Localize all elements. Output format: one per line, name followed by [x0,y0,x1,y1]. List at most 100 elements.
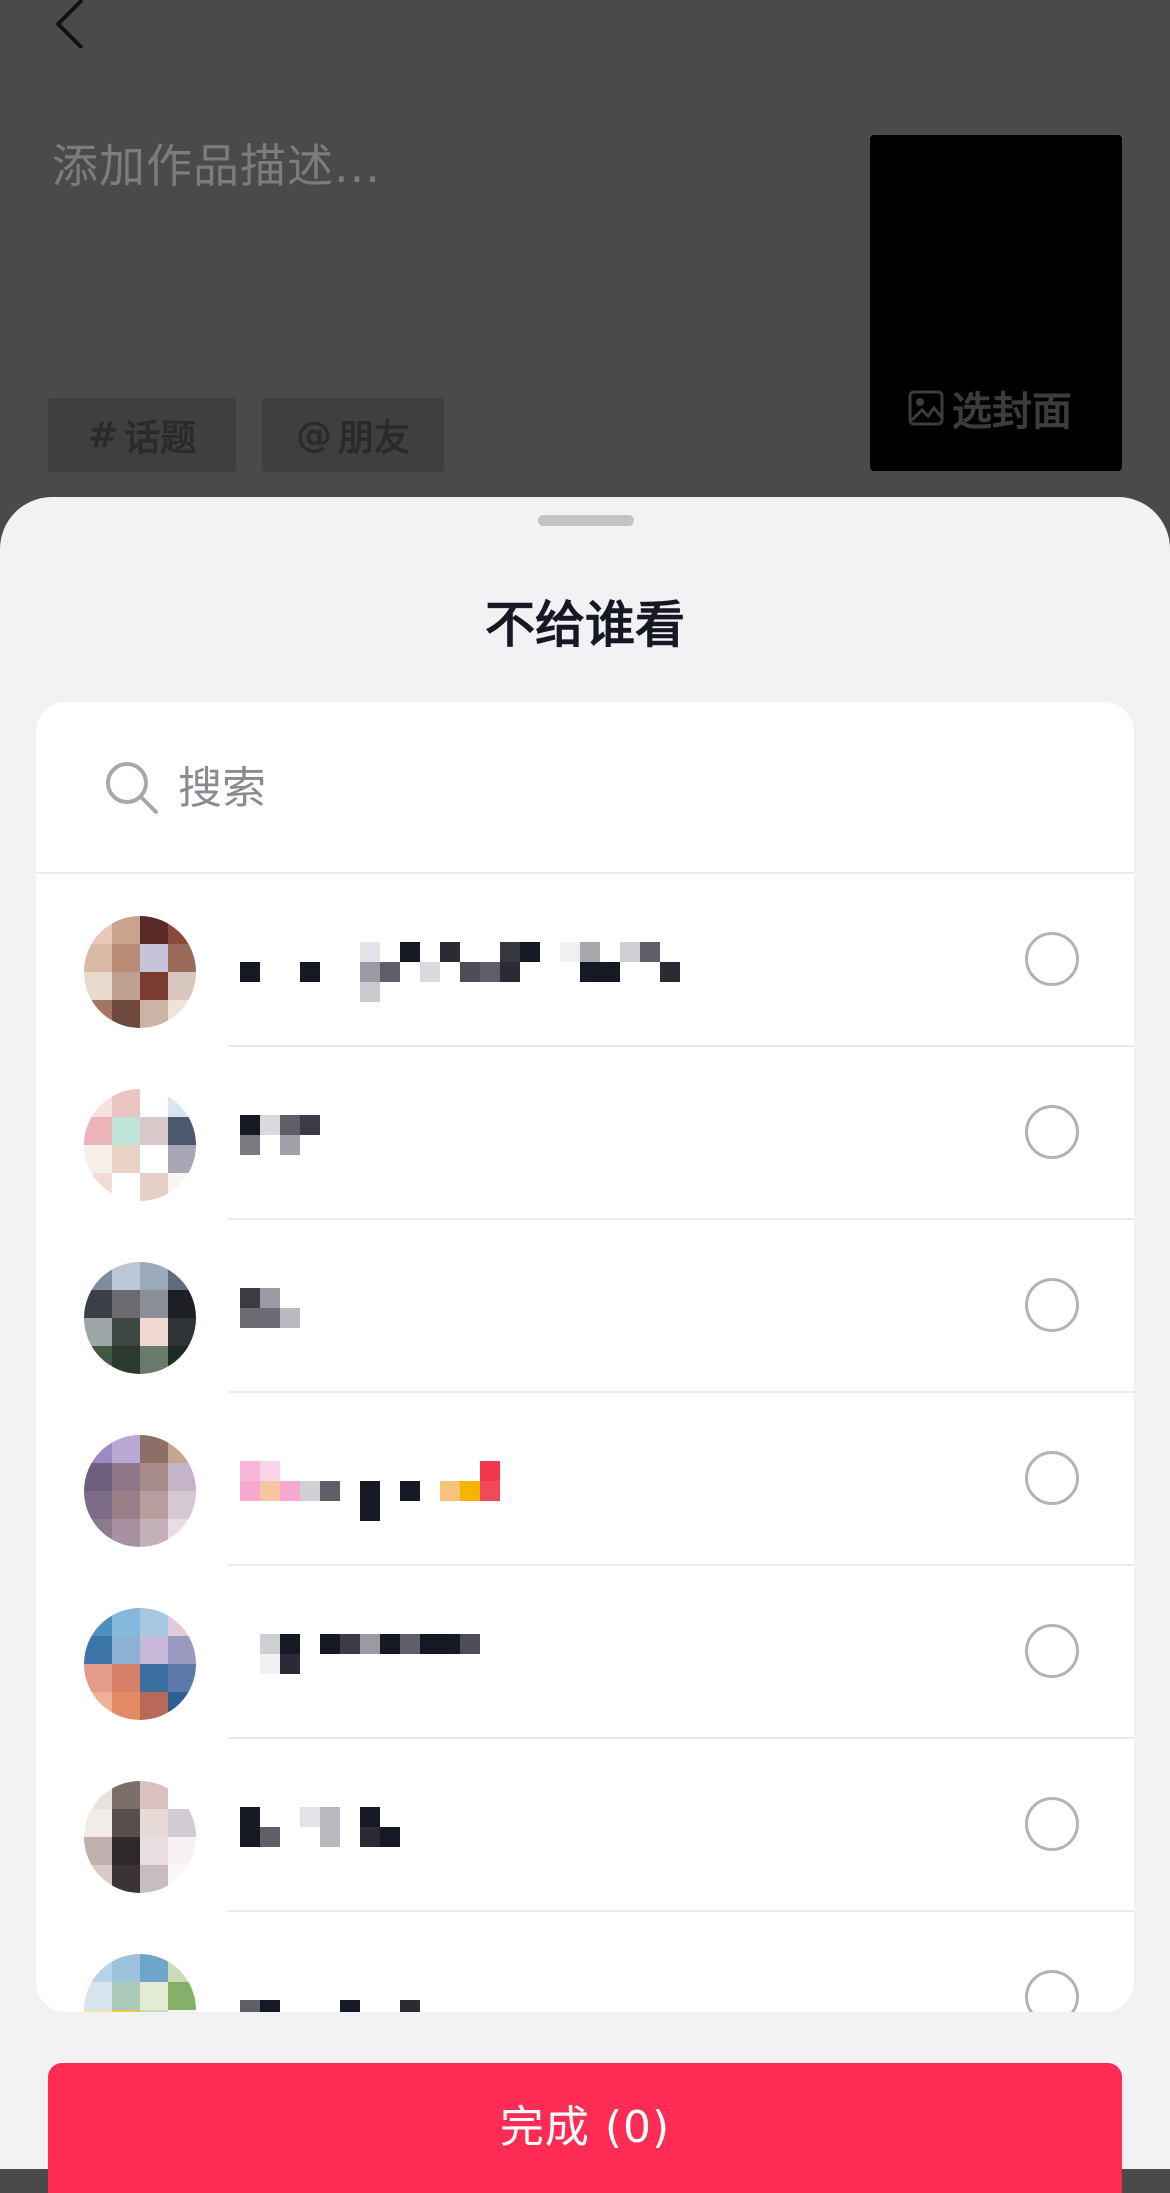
select-radio[interactable] [1025,1451,1079,1505]
name-pixel [360,1634,380,1654]
avatar-pixel [84,1117,112,1145]
select-radio[interactable] [1025,1624,1079,1678]
friend-row[interactable] [36,1393,1134,1566]
name-pixel [240,1461,260,1481]
avatar-pixel [168,1519,196,1547]
avatar-pixel [84,1173,112,1201]
avatar-pixel [168,1463,196,1491]
sheet-drag-handle[interactable] [538,515,634,526]
back-button[interactable] [52,0,92,48]
name-pixel [360,1827,380,1847]
name-pixel [360,1481,380,1501]
name-pixel [400,2000,420,2012]
avatar [84,1262,196,1374]
cover-thumbnail[interactable]: 选封面 [870,135,1122,471]
name-pixel [600,962,620,982]
avatar-pixel [84,1435,112,1463]
avatar [84,1954,196,2012]
topic-chip-label: 话题 [124,418,197,459]
friend-row[interactable] [36,1047,1134,1220]
name-pixel [320,1481,340,1501]
name-pixel [280,1135,300,1155]
avatar-pixel [140,944,168,972]
name-pixel [440,942,460,962]
name-pixel [280,1481,300,1501]
name-pixel [340,2000,360,2012]
select-radio[interactable] [1025,1278,1079,1332]
select-radio[interactable] [1025,1105,1079,1159]
name-pixel [340,1634,360,1654]
name-pixel [460,962,480,982]
name-pixel [260,1288,280,1308]
select-radio[interactable] [1025,1970,1079,2012]
avatar-pixel [112,1491,140,1519]
hide-from-sheet: 不给谁看 搜索 完成 (0) [0,497,1170,2193]
name-pixel [380,962,400,982]
name-pixel [280,1654,300,1674]
name-pixel [260,1115,280,1135]
name-pixel [480,962,500,982]
avatar-pixel [140,1435,168,1463]
name-pixel [280,1634,300,1654]
friend-selection-card [36,702,1134,2012]
avatar-pixel [168,1692,196,1720]
name-pixel [280,1115,300,1135]
avatar-pixel [84,1809,112,1837]
friend-row[interactable] [36,1220,1134,1393]
name-pixel [420,1634,440,1654]
name-pixel [620,942,640,962]
avatar-pixel [112,1290,140,1318]
name-pixel [560,942,580,962]
done-button[interactable]: 完成 (0) [48,2063,1122,2193]
search-bar[interactable] [36,702,1134,874]
avatar-pixel [84,944,112,972]
select-cover-button[interactable]: 选封面 [908,379,1072,437]
name-pixel [380,1634,400,1654]
avatar-pixel [168,1664,196,1692]
name-pixel [260,1654,280,1674]
avatar-pixel [168,1173,196,1201]
avatar-pixel [168,1346,196,1374]
avatar-pixel [140,1608,168,1636]
name-pixel [260,1461,280,1481]
name-pixel [580,942,600,962]
avatar [84,1089,196,1201]
name-pixel [400,1634,420,1654]
avatar-pixel [84,916,112,944]
friend-row[interactable] [36,1566,1134,1739]
topic-chip[interactable]: # 话题 [48,398,236,472]
avatar-pixel [140,1519,168,1547]
friend-row[interactable] [36,1912,1134,2012]
search-input[interactable] [178,756,878,820]
description-placeholder[interactable]: 添加作品描述... [52,130,381,196]
at-symbol: @ [295,414,332,456]
avatar-pixel [112,1145,140,1173]
name-pixel [240,1135,260,1155]
name-pixel [480,1481,500,1501]
name-pixel [240,1481,260,1501]
avatar-pixel [84,1491,112,1519]
avatar-pixel [112,1954,140,1982]
name-pixel [460,1634,480,1654]
avatar-pixel [168,1982,196,2010]
select-radio[interactable] [1025,932,1079,986]
avatar-pixel [84,1318,112,1346]
select-radio[interactable] [1025,1797,1079,1851]
avatar-pixel [168,1262,196,1290]
name-pixel [260,2000,280,2012]
friend-row[interactable] [36,1739,1134,1912]
avatar-pixel [168,1000,196,1028]
friend-list [36,874,1134,2012]
avatar-pixel [84,1145,112,1173]
post-editor-background: 添加作品描述... # 话题 @ 朋友 选封面 [0,0,1170,560]
friend-row[interactable] [36,874,1134,1047]
avatar-pixel [84,1954,112,1982]
avatar-pixel [140,1145,168,1173]
avatar-pixel [84,1463,112,1491]
name-pixel [240,962,260,982]
name-pixel [440,1634,460,1654]
friend-chip[interactable]: @ 朋友 [262,398,444,472]
avatar-pixel [112,1463,140,1491]
name-pixel [260,1634,280,1654]
name-pixel [240,1827,260,1847]
